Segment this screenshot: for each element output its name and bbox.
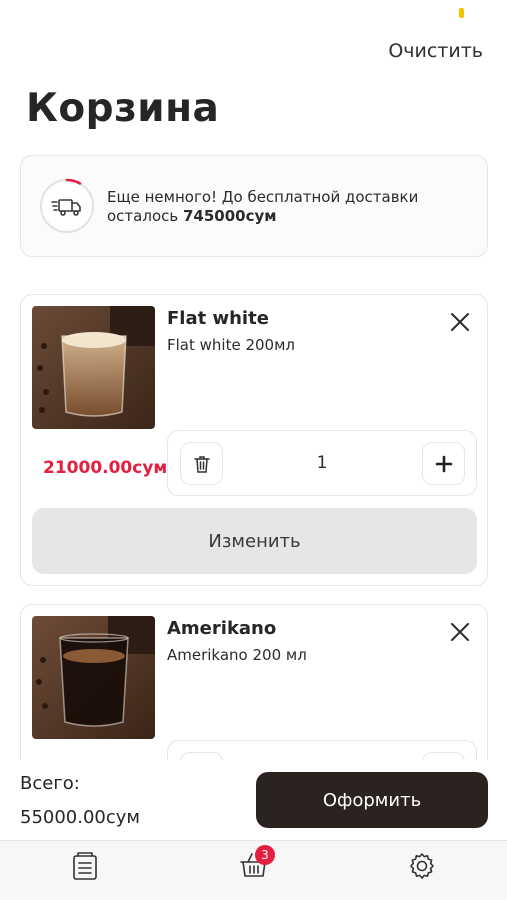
add-quantity-button[interactable] <box>422 752 465 760</box>
close-icon[interactable] <box>447 309 473 335</box>
quantity-stepper: 1 <box>167 430 477 496</box>
cart-items-list[interactable]: Flat white Flat white 200мл 21000.00сум … <box>0 282 507 760</box>
product-name: Flat white <box>167 308 269 329</box>
checkout-summary: Всего: 55000.00сум Оформить <box>0 760 507 840</box>
gear-icon <box>410 853 434 879</box>
tab-menu[interactable] <box>68 849 102 883</box>
tab-cart[interactable]: 3 <box>237 845 275 883</box>
page-title: Корзина <box>26 86 220 131</box>
total-label: Всего: <box>20 773 80 794</box>
bottom-tab-bar: 3 <box>0 840 507 900</box>
cart-item: Amerikano Amerikano 200 мл <box>20 604 488 760</box>
close-icon[interactable] <box>447 619 473 645</box>
tab-settings[interactable] <box>405 849 439 883</box>
product-price: 21000.00сум <box>43 458 168 478</box>
plus-icon <box>435 455 452 472</box>
delivery-remaining-amount: 745000сум <box>183 207 277 225</box>
menu-list-icon <box>73 852 97 880</box>
remove-quantity-button[interactable] <box>180 752 223 760</box>
product-description: Amerikano 200 мл <box>167 646 307 664</box>
product-image <box>32 306 155 429</box>
cart-item: Flat white Flat white 200мл 21000.00сум … <box>20 294 488 586</box>
clear-cart-button[interactable]: Очистить <box>388 40 483 62</box>
product-name: Amerikano <box>167 618 277 639</box>
quantity-stepper <box>167 740 477 760</box>
delivery-progress-ring <box>40 178 94 233</box>
status-indicator <box>459 8 464 18</box>
cart-count-badge: 3 <box>255 845 275 865</box>
total-value: 55000.00сум <box>20 807 141 828</box>
change-item-button[interactable]: Изменить <box>32 508 477 574</box>
product-image <box>32 616 155 739</box>
free-delivery-card: Еще немного! До бесплатной доставки оста… <box>20 155 488 257</box>
product-description: Flat white 200мл <box>167 336 295 354</box>
add-quantity-button[interactable] <box>422 442 465 485</box>
checkout-button[interactable]: Оформить <box>256 772 488 828</box>
delivery-message: Еще немного! До бесплатной доставки оста… <box>107 188 477 226</box>
